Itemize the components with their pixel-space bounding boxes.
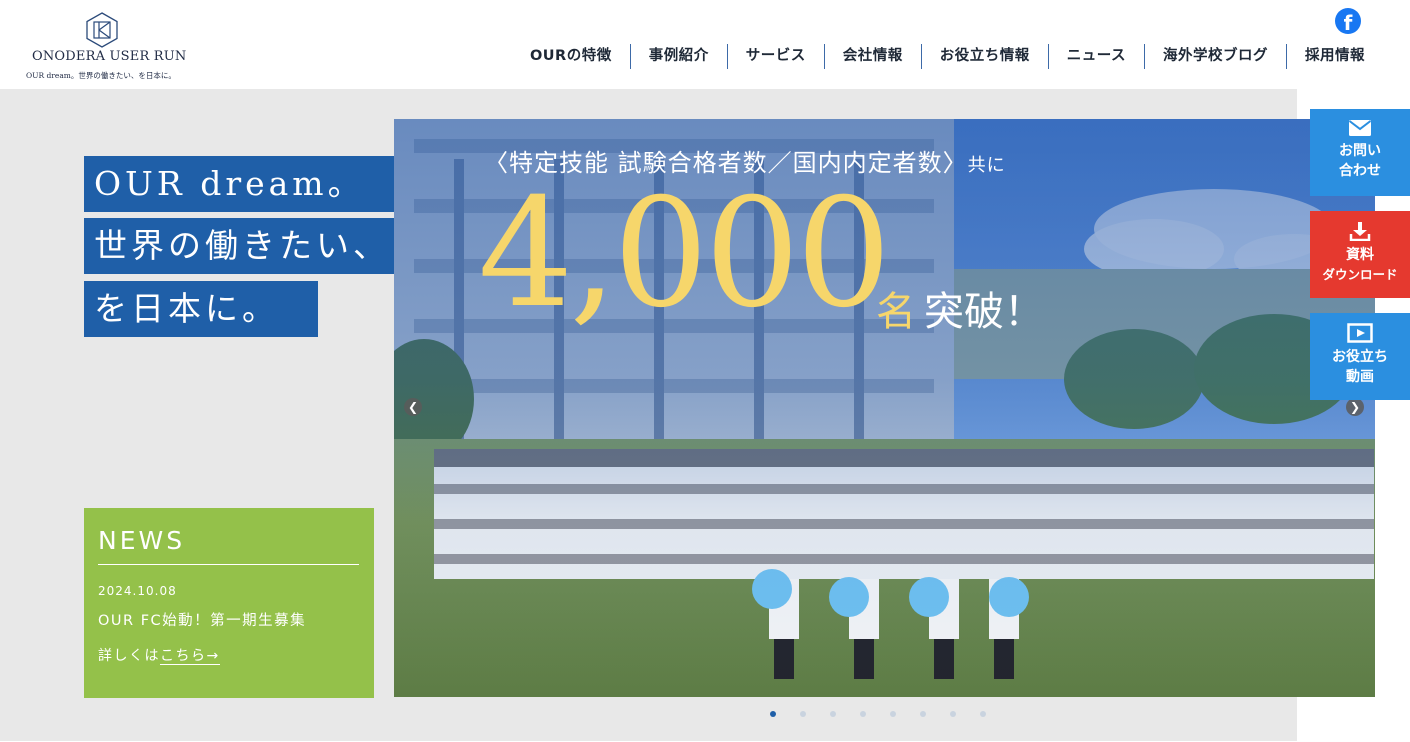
slider-dot[interactable]	[860, 711, 866, 717]
tagline-line-2: 世界の働きたい、	[84, 218, 446, 274]
nav-item-company[interactable]: 会社情報	[823, 44, 921, 69]
slide-unit: 名	[876, 289, 916, 335]
slider-dot[interactable]	[770, 711, 776, 717]
play-icon	[1347, 323, 1373, 343]
news-more-link[interactable]: こちら→	[160, 648, 220, 665]
download-button[interactable]: 資料 ダウンロード	[1310, 211, 1410, 298]
nav-item-services[interactable]: サービス	[726, 44, 824, 69]
slider-dots	[770, 711, 1010, 717]
nav-item-recruit[interactable]: 採用情報	[1286, 44, 1365, 69]
facebook-icon[interactable]: f	[1335, 8, 1361, 34]
main-nav: OURの特徴 事例紹介 サービス 会社情報 お役立ち情報 ニュース 海外学校ブロ…	[512, 44, 1365, 69]
slide-suffix: 突破！	[924, 289, 1044, 335]
news-divider	[98, 564, 359, 565]
news-box: NEWS 2024.10.08 OUR FC始動！第一期生募集 詳しくはこちら→	[84, 508, 374, 698]
video-button[interactable]: お役立ち 動画	[1310, 313, 1410, 400]
slider-dot[interactable]	[950, 711, 956, 717]
nav-item-news[interactable]: ニュース	[1047, 44, 1144, 69]
slider-prev-icon[interactable]: ❮	[404, 398, 422, 416]
nav-item-features[interactable]: OURの特徴	[512, 44, 630, 69]
logo-tagline: OUR dream。世界の働きたい、を日本に。	[26, 71, 176, 80]
video-label-1: お役立ち	[1332, 349, 1388, 365]
download-label-1: 資料	[1346, 247, 1374, 263]
news-more: 詳しくはこちら→	[98, 645, 220, 665]
news-title: NEWS	[98, 526, 186, 555]
slider-dot[interactable]	[890, 711, 896, 717]
slider-dot[interactable]	[830, 711, 836, 717]
site-header: ONODERA USER RUN OUR dream。世界の働きたい、を日本に。…	[0, 0, 1410, 89]
slider-dot[interactable]	[980, 711, 986, 717]
site-logo[interactable]: ONODERA USER RUN OUR dream。世界の働きたい、を日本に。	[26, 12, 186, 84]
hero-slider[interactable]: 〈特定技能 試験合格者数／国内内定者数〉共に 4,000 名 突破！	[394, 119, 1375, 697]
tagline-line-1: OUR dream。	[84, 156, 403, 212]
news-headline[interactable]: OUR FC始動！第一期生募集	[98, 609, 306, 630]
video-label-2: 動画	[1346, 369, 1374, 385]
slider-dot[interactable]	[800, 711, 806, 717]
slider-dot[interactable]	[920, 711, 926, 717]
tagline-line-3: を日本に。	[84, 281, 318, 337]
download-label-2: ダウンロード	[1322, 267, 1398, 282]
nav-item-school-blog[interactable]: 海外学校ブログ	[1144, 44, 1286, 69]
contact-button[interactable]: お問い 合わせ	[1310, 109, 1410, 196]
news-more-prefix: 詳しくは	[98, 648, 160, 664]
slider-next-icon[interactable]: ❯	[1346, 398, 1364, 416]
mail-icon	[1348, 120, 1372, 136]
news-date: 2024.10.08	[98, 584, 177, 598]
slide-headline-suffix: 共に	[967, 155, 1006, 176]
nav-item-useful-info[interactable]: お役立ち情報	[920, 44, 1048, 69]
nav-item-cases[interactable]: 事例紹介	[629, 44, 727, 69]
download-icon	[1349, 222, 1371, 241]
logo-name: ONODERA USER RUN	[32, 49, 187, 64]
slide-number: 4,000	[478, 167, 891, 341]
contact-label-1: お問い	[1339, 143, 1381, 159]
contact-label-2: 合わせ	[1339, 163, 1381, 179]
logo-mark-icon	[86, 12, 118, 48]
